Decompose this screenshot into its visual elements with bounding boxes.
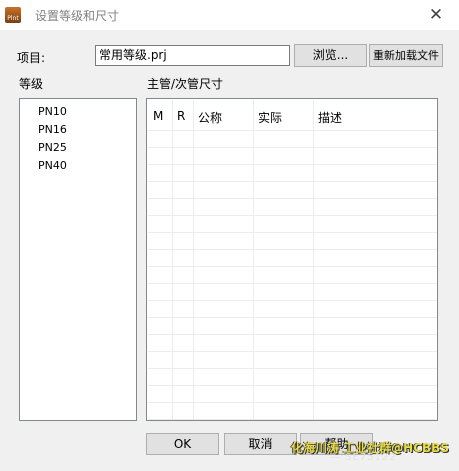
- browse-button[interactable]: 浏览...: [294, 44, 367, 67]
- column-header-r[interactable]: R: [177, 109, 185, 123]
- grade-item[interactable]: PN25: [38, 141, 67, 154]
- table-row-line: [148, 147, 437, 148]
- table-row-line: [148, 215, 437, 216]
- size-label: 主管/次管尺寸: [147, 77, 224, 91]
- project-label: 项目:: [17, 51, 46, 65]
- table-row-line: [148, 249, 437, 250]
- cancel-button[interactable]: 取消: [224, 433, 297, 455]
- grade-label: 等级: [19, 77, 44, 91]
- grade-item[interactable]: PN10: [38, 105, 67, 118]
- table-column-divider: [313, 100, 314, 420]
- table-row-line: [148, 283, 437, 284]
- table-row-line: [148, 266, 437, 267]
- table-row-line: [148, 198, 437, 199]
- project-field[interactable]: 常用等级.prj: [95, 45, 290, 66]
- table-row-line: [148, 317, 437, 318]
- grade-list[interactable]: PN10 PN16 PN25 PN40: [19, 98, 137, 421]
- table-row-line: [148, 130, 437, 131]
- app-icon-text: Plnt: [7, 15, 19, 22]
- close-icon[interactable]: ✕: [424, 5, 448, 25]
- table-row-line: [148, 368, 437, 369]
- reload-file-button[interactable]: 重新加载文件: [369, 44, 443, 67]
- table-row-line: [148, 402, 437, 403]
- table-row-line: [148, 300, 437, 301]
- table-row-line: [148, 351, 437, 352]
- column-header-m[interactable]: M: [153, 109, 163, 123]
- watermark-subtext: — SE75122: [330, 452, 397, 463]
- size-table[interactable]: M R 公称 实际 描述: [146, 98, 438, 421]
- ok-button[interactable]: OK: [146, 433, 219, 455]
- table-row-line: [148, 164, 437, 165]
- table-column-divider: [253, 100, 254, 420]
- grade-item[interactable]: PN40: [38, 159, 67, 172]
- table-row-line: [148, 334, 437, 335]
- app-icon: Plnt: [5, 7, 21, 23]
- table-row-line: [148, 385, 437, 386]
- column-header-nominal[interactable]: 公称: [198, 109, 222, 126]
- table-column-divider: [193, 100, 194, 420]
- column-header-actual[interactable]: 实际: [258, 109, 282, 126]
- column-header-description[interactable]: 描述: [318, 109, 342, 126]
- table-row-line: [148, 181, 437, 182]
- grade-item[interactable]: PN16: [38, 123, 67, 136]
- table-column-divider: [172, 100, 173, 420]
- table-row-line: [148, 232, 437, 233]
- window-title: 设置等级和尺寸: [35, 9, 120, 23]
- table-row-line: [148, 419, 437, 420]
- title-bar: Plnt 设置等级和尺寸 ✕: [0, 0, 459, 30]
